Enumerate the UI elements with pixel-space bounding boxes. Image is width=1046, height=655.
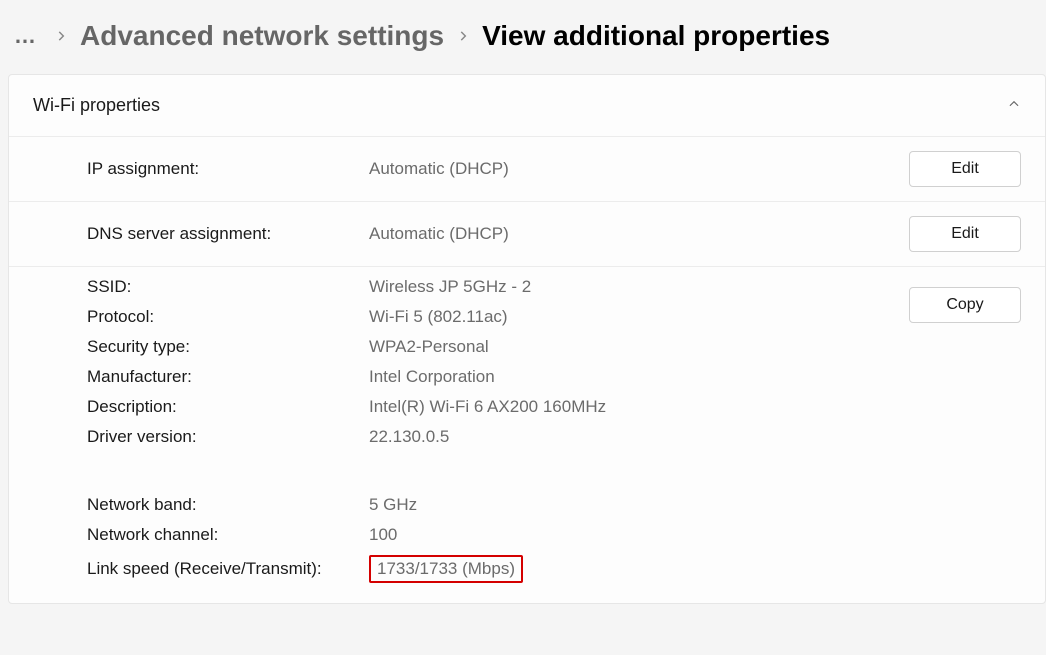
copy-button[interactable]: Copy — [909, 287, 1021, 323]
details-spacer — [87, 457, 1021, 485]
breadcrumb-current: View additional properties — [482, 20, 830, 52]
security-type-label: Security type: — [87, 337, 369, 357]
link-speed-label: Link speed (Receive/Transmit): — [87, 559, 369, 579]
ip-assignment-label: IP assignment: — [87, 159, 369, 179]
network-band-label: Network band: — [87, 495, 369, 515]
manufacturer-label: Manufacturer: — [87, 367, 369, 387]
wifi-properties-header[interactable]: Wi-Fi properties — [9, 75, 1045, 136]
ip-assignment-value: Automatic (DHCP) — [369, 159, 909, 179]
link-speed-value: 1733/1733 (Mbps) — [369, 555, 523, 583]
network-band-value: 5 GHz — [369, 495, 1021, 515]
dns-assignment-row: DNS server assignment: Automatic (DHCP) … — [9, 201, 1045, 266]
description-value: Intel(R) Wi-Fi 6 AX200 160MHz — [369, 397, 1021, 417]
chevron-up-icon — [1007, 97, 1021, 114]
ip-assignment-row: IP assignment: Automatic (DHCP) Edit — [9, 136, 1045, 201]
network-channel-label: Network channel: — [87, 525, 369, 545]
driver-version-value: 22.130.0.5 — [369, 427, 1021, 447]
card-title: Wi-Fi properties — [33, 95, 160, 116]
breadcrumb-overflow-button[interactable]: … — [10, 23, 42, 49]
protocol-label: Protocol: — [87, 307, 369, 327]
ssid-label: SSID: — [87, 277, 369, 297]
driver-version-label: Driver version: — [87, 427, 369, 447]
link-speed-value-container: 1733/1733 (Mbps) — [369, 555, 1021, 583]
network-details-block: Copy SSID: Wireless JP 5GHz - 2 Protocol… — [9, 266, 1045, 603]
dns-assignment-edit-button[interactable]: Edit — [909, 216, 1021, 252]
dns-assignment-label: DNS server assignment: — [87, 224, 369, 244]
chevron-right-icon — [456, 29, 470, 43]
ip-assignment-edit-button[interactable]: Edit — [909, 151, 1021, 187]
dns-assignment-value: Automatic (DHCP) — [369, 224, 909, 244]
security-type-value: WPA2-Personal — [369, 337, 1021, 357]
chevron-right-icon — [54, 29, 68, 43]
wifi-properties-card: Wi-Fi properties IP assignment: Automati… — [8, 74, 1046, 604]
description-label: Description: — [87, 397, 369, 417]
breadcrumb: … Advanced network settings View additio… — [0, 0, 1046, 70]
network-channel-value: 100 — [369, 525, 1021, 545]
manufacturer-value: Intel Corporation — [369, 367, 1021, 387]
breadcrumb-parent-link[interactable]: Advanced network settings — [80, 20, 444, 52]
